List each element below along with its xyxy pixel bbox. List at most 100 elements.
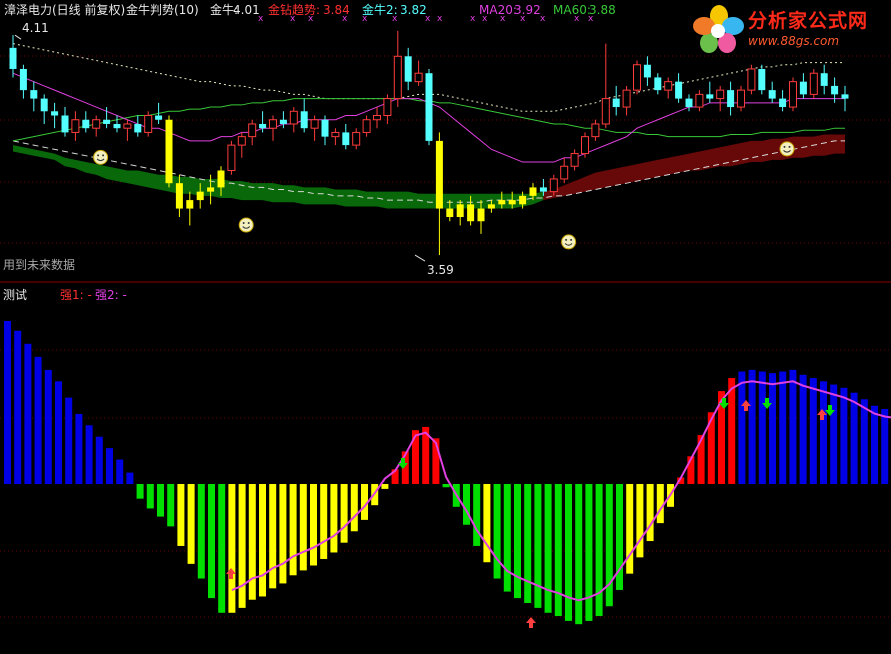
flower-logo-icon: [693, 5, 744, 53]
bar-positive: [14, 330, 22, 484]
bar-negative: [463, 484, 470, 525]
trend-band-green: [13, 145, 544, 209]
bar-positive: [126, 472, 134, 484]
candle-body: [352, 131, 361, 146]
bar-positive: [748, 369, 756, 484]
bar-negative: [136, 484, 144, 499]
bar-negative: [565, 484, 572, 621]
bar-negative: [350, 484, 358, 532]
bar-negative: [340, 484, 348, 543]
candle-body: [331, 131, 340, 138]
candle-body: [799, 81, 807, 95]
header-x-marker: x: [540, 14, 546, 24]
candle-body: [695, 93, 704, 108]
candle-body: [9, 47, 17, 69]
candle-body: [196, 191, 204, 201]
jinniu-value: 4.01: [233, 3, 260, 17]
chart-svg: xxxxxxxxxxxxxxx: [0, 14, 891, 628]
candle-body: [414, 72, 423, 83]
candle-body: [227, 144, 236, 171]
min-marker: [414, 254, 426, 262]
bar-positive: [95, 436, 103, 484]
smiley-icon: [779, 141, 795, 157]
bar-positive: [44, 369, 52, 484]
price-max-label: 4.11: [22, 21, 49, 35]
candle-body: [831, 85, 839, 95]
candle-body: [393, 55, 402, 100]
bar-positive: [830, 384, 838, 484]
candle-body: [519, 195, 527, 205]
candle-body: [706, 94, 714, 99]
bar-negative: [575, 484, 583, 625]
bar-negative: [514, 484, 521, 599]
qiang1-label: 强1: -: [60, 288, 92, 302]
bar-negative: [544, 484, 552, 613]
candle-body: [622, 89, 631, 108]
candle-body: [362, 119, 371, 133]
ma60-label: MA60:: [553, 3, 591, 17]
candle-body: [259, 123, 267, 129]
bar-positive: [34, 356, 42, 484]
bar-negative: [208, 484, 215, 599]
candle-body: [342, 132, 350, 146]
candle-body: [155, 115, 163, 120]
bar-positive: [809, 378, 817, 484]
candle-body: [789, 81, 797, 108]
bar-negative: [269, 484, 277, 589]
smiley-eye: [788, 145, 791, 148]
candle-body: [841, 94, 849, 99]
candle-body: [373, 115, 381, 121]
smiley-icon: [561, 234, 577, 250]
jinzuan-value: 3.84: [323, 3, 350, 17]
candle-body: [758, 68, 766, 91]
candle-body: [237, 136, 246, 146]
watermark-url: www.88gs.com: [748, 34, 840, 48]
bar-negative: [228, 484, 236, 613]
candle-body: [123, 123, 132, 129]
candle-body: [539, 187, 547, 192]
candle-body: [456, 204, 464, 218]
candle-body: [425, 73, 433, 141]
candle-body: [747, 68, 756, 91]
ma60-value: 3.88: [589, 3, 616, 17]
candle-body: [487, 204, 495, 209]
candle-body: [612, 98, 620, 108]
bar-positive: [850, 392, 858, 484]
bar-positive: [860, 399, 868, 484]
bar-negative: [656, 484, 664, 524]
bar-positive: [65, 397, 73, 484]
watermark-name: 分析家公式网: [748, 10, 869, 32]
bar-negative: [157, 484, 164, 517]
bar-negative: [554, 484, 562, 617]
bar-negative: [524, 484, 532, 603]
candle-body: [71, 119, 80, 133]
bar-negative: [493, 484, 501, 579]
bar-negative: [248, 484, 256, 600]
bar-negative: [299, 484, 307, 571]
candle-body: [601, 98, 610, 125]
candle-body: [30, 90, 38, 99]
bar-positive: [820, 381, 827, 484]
bar-negative: [503, 484, 511, 592]
candle-body: [19, 68, 27, 91]
price-min-label: 3.59: [427, 263, 454, 277]
candle-body: [279, 119, 287, 124]
bar-negative: [605, 484, 613, 607]
candle-body: [685, 98, 693, 108]
max-marker: [14, 34, 22, 40]
ma20-value: 3.92: [514, 3, 541, 17]
bar-negative: [320, 484, 328, 559]
candle-body: [404, 56, 412, 82]
header-x-marker: x: [437, 14, 443, 24]
candle-body: [591, 123, 600, 138]
candle-body: [248, 123, 257, 138]
candle-body: [175, 183, 183, 209]
bar-negative: [177, 484, 185, 546]
smiley-eye: [565, 238, 568, 241]
candle-body: [51, 111, 59, 116]
candle-body: [820, 73, 828, 86]
bar-positive: [75, 413, 83, 484]
bar-positive: [789, 369, 797, 484]
bar-positive: [55, 381, 62, 484]
bar-negative: [534, 484, 542, 608]
